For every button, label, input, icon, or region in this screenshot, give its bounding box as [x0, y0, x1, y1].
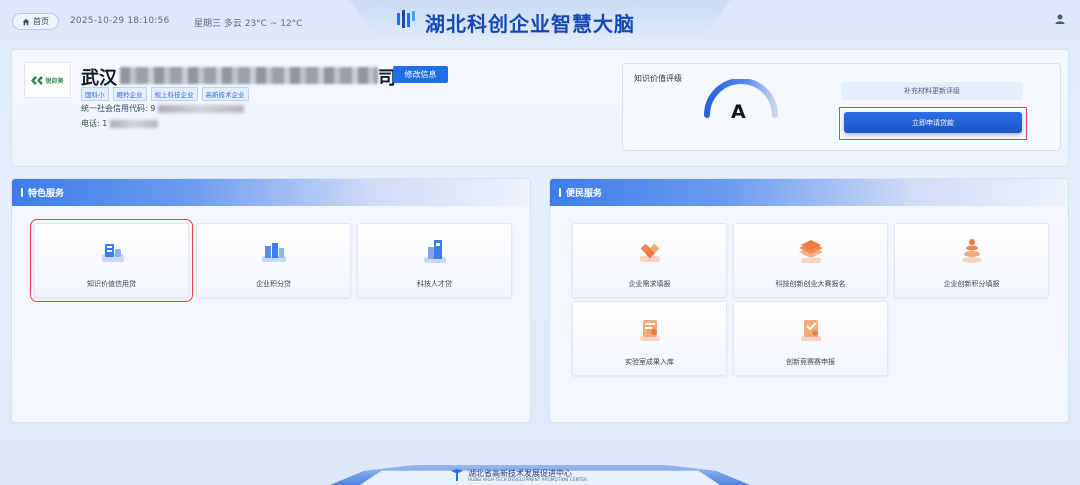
app-logo-icon — [397, 10, 415, 28]
home-icon — [22, 18, 30, 25]
demand-report-icon — [640, 243, 660, 262]
apply-highlight-frame: 立即申请贷款 — [839, 107, 1027, 140]
service-tile-label: 企业积分贷 — [256, 280, 291, 288]
phone-number: 电话: 1 — [81, 118, 159, 129]
org-logo-icon — [451, 469, 463, 481]
special-services-title: 特色服务 — [28, 189, 65, 199]
company-logo-text: 锐卯美 — [45, 77, 64, 85]
service-tile-competition-apply[interactable]: 创新竞赛赛申报 — [733, 301, 888, 376]
talent-loan-icon — [424, 240, 446, 263]
credit-code-label: 统一社会信用代码: 9 — [81, 104, 156, 113]
company-logo-mark-icon — [31, 75, 44, 85]
apply-loan-button[interactable]: 立即申请贷款 — [844, 112, 1022, 133]
redacted-credit-code — [158, 104, 245, 113]
special-services-panel: 特色服务 知识价值信用贷 企业积分贷 科技人才贷 — [11, 178, 531, 423]
innovation-points-icon — [962, 239, 982, 263]
company-tags: 国科小 瞪羚企业 规上科技企业 高新技术企业 — [81, 87, 249, 101]
knowledge-value-rating-card: 知识价值评级 A 补充材料更新评级 立即申请贷款 — [622, 63, 1061, 151]
citizen-services-title: 便民服务 — [566, 189, 603, 199]
app-title: 湖北科创企业智慧大脑 — [425, 12, 635, 36]
service-tile-label: 创新竞赛赛申报 — [786, 358, 835, 366]
service-tile-label: 知识价值信用贷 — [87, 280, 136, 288]
current-datetime: 2025-10-29 18:10:56 — [70, 16, 170, 26]
user-icon[interactable] — [1054, 13, 1066, 25]
service-tile-label: 科技创新创业大赛报名 — [775, 280, 846, 288]
service-tile-talent-loan[interactable]: 科技人才贷 — [357, 223, 512, 298]
company-profile-panel: 锐卯美 武汉 司 修改信息 国科小 瞪羚企业 规上科技企业 高新技术企业 统一社… — [11, 49, 1069, 167]
contest-signup-icon — [799, 240, 823, 263]
service-tile-label: 企业需求填报 — [628, 280, 671, 288]
redacted-phone — [110, 119, 159, 128]
company-tag: 瞪羚企业 — [112, 87, 147, 101]
credit-loan-icon — [102, 244, 124, 262]
weather-info: 星期三 多云 23°C ~ 12°C — [194, 19, 303, 29]
credit-code: 统一社会信用代码: 9 — [81, 103, 245, 114]
company-tag: 高新技术企业 — [201, 87, 249, 101]
special-services-header: 特色服务 — [12, 179, 530, 206]
phone-label: 电话: 1 — [81, 119, 108, 128]
service-tile-credit-loan[interactable]: 知识价值信用贷 — [30, 219, 193, 302]
service-tile-innovation-points[interactable]: 企业创新积分填报 — [894, 223, 1049, 298]
rating-grade: A — [731, 101, 746, 123]
company-tag: 规上科技企业 — [150, 87, 198, 101]
competition-apply-icon — [801, 320, 821, 341]
redacted-company-name — [120, 67, 378, 84]
service-tile-demand-report[interactable]: 企业需求填报 — [572, 223, 727, 298]
points-loan-icon — [262, 243, 286, 262]
lab-results-icon — [640, 320, 660, 341]
section-marker-icon — [559, 188, 561, 197]
service-tile-contest-signup[interactable]: 科技创新创业大赛报名 — [733, 223, 888, 298]
top-bar: 首页 2025-10-29 18:10:56 星期三 多云 23°C ~ 12°… — [0, 0, 1080, 42]
citizen-services-header: 便民服务 — [550, 179, 1068, 206]
rating-label: 知识价值评级 — [634, 74, 682, 83]
company-tag: 国科小 — [81, 87, 109, 101]
company-logo: 锐卯美 — [24, 62, 71, 98]
service-tile-label: 科技人才贷 — [417, 280, 452, 288]
home-button[interactable]: 首页 — [12, 13, 59, 30]
supplement-materials-button[interactable]: 补充材料更新评级 — [841, 82, 1023, 100]
edit-info-button[interactable]: 修改信息 — [393, 66, 448, 83]
home-label: 首页 — [33, 17, 49, 26]
service-tile-lab-results[interactable]: 实验室成果入库 — [572, 301, 727, 376]
service-tile-label: 实验室成果入库 — [625, 358, 674, 366]
footer-org-name-en: HUBEI HIGH-TECH DEVELOPMENT PROMOTION CE… — [468, 477, 588, 482]
service-tile-label: 企业创新积分填报 — [943, 280, 1000, 288]
service-tile-points-loan[interactable]: 企业积分贷 — [196, 223, 351, 298]
section-marker-icon — [21, 188, 23, 197]
citizen-services-panel: 便民服务 企业需求填报 科技创新创业大赛报名 企业创新积分填报 实验室成果入库 … — [549, 178, 1069, 423]
